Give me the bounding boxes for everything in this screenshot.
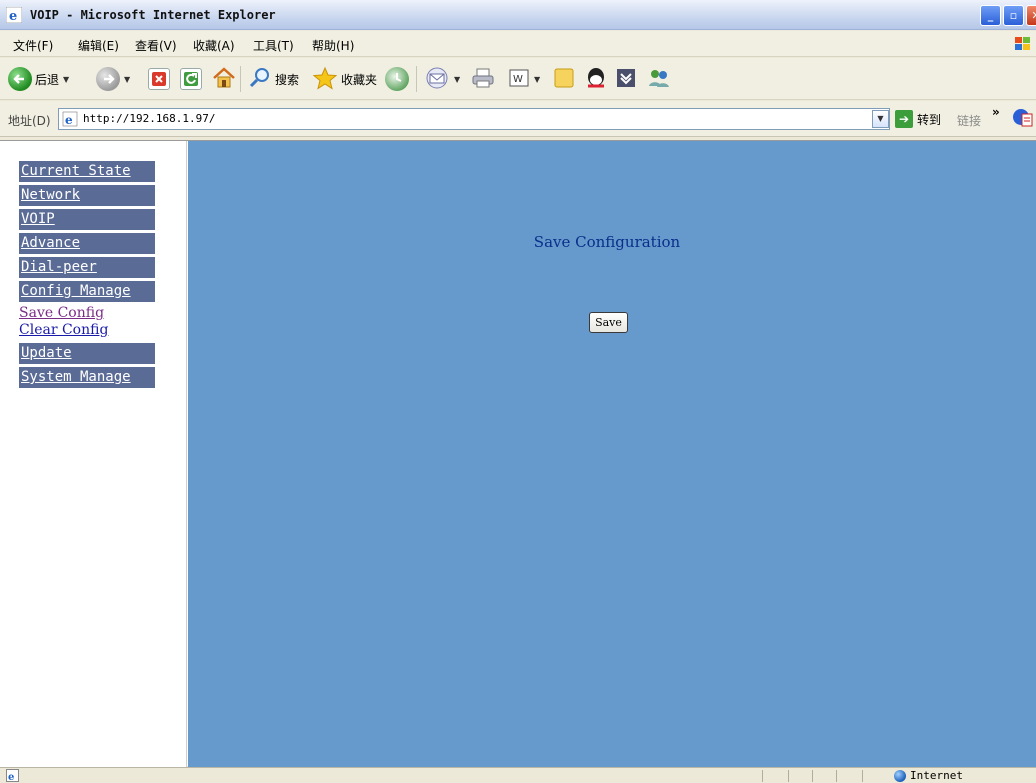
menu-view[interactable]: 查看(V) xyxy=(135,37,177,54)
go-label: 转到 xyxy=(917,112,942,127)
close-button[interactable]: ✕ xyxy=(1026,5,1036,26)
nav-clear-config[interactable]: Clear Config xyxy=(19,322,108,338)
stop-button[interactable] xyxy=(148,65,170,93)
svg-text:e: e xyxy=(65,113,73,127)
mail-button[interactable]: ▼ xyxy=(424,65,460,93)
window-title: VOIP - Microsoft Internet Explorer xyxy=(30,8,276,22)
edit-dropdown-icon[interactable]: ▼ xyxy=(534,75,540,84)
go-button[interactable]: ➔ 转到 xyxy=(895,110,941,128)
print-button[interactable] xyxy=(470,65,496,93)
search-label: 搜索 xyxy=(275,72,300,87)
page-title: Save Configuration xyxy=(533,233,681,251)
home-icon xyxy=(211,66,237,93)
address-bar: 地址(D) e http://192.168.1.97/ ▼ ➔ 转到 链接 » xyxy=(0,101,1036,137)
page-status-icon: e xyxy=(6,769,19,782)
pdf-plugin-icon[interactable] xyxy=(1012,108,1034,128)
nav-network[interactable]: Network xyxy=(19,185,155,206)
status-divider xyxy=(788,770,789,782)
minimize-button[interactable]: _ xyxy=(980,5,1001,26)
refresh-button[interactable] xyxy=(180,65,202,93)
mail-dropdown-icon[interactable]: ▼ xyxy=(454,75,460,84)
messenger-button[interactable] xyxy=(584,65,608,93)
back-arrow-icon xyxy=(8,67,32,91)
history-button[interactable] xyxy=(385,65,409,93)
main-pane: Save Configuration Save xyxy=(188,141,1036,767)
back-label: 后退 xyxy=(35,72,60,87)
globe-icon xyxy=(894,770,906,782)
title-bar: e VOIP - Microsoft Internet Explorer _ ▫… xyxy=(0,0,1036,30)
address-input[interactable]: e http://192.168.1.97/ xyxy=(58,108,890,130)
notes-icon xyxy=(552,66,576,93)
qq-messenger-icon xyxy=(584,66,608,93)
contacts-icon xyxy=(646,66,672,93)
nav-config-manage[interactable]: Config Manage xyxy=(19,281,155,302)
search-button[interactable]: 搜索 xyxy=(248,65,299,93)
status-divider xyxy=(762,770,763,782)
security-zone: Internet xyxy=(910,769,963,782)
favorites-star-icon xyxy=(312,66,338,93)
address-dropdown-icon[interactable]: ▼ xyxy=(872,110,889,128)
status-divider xyxy=(836,770,837,782)
menu-tools[interactable]: 工具(T) xyxy=(253,37,294,54)
menu-help[interactable]: 帮助(H) xyxy=(312,37,354,54)
forward-button[interactable]: ▼ xyxy=(96,65,130,93)
favorites-button[interactable]: 收藏夹 xyxy=(312,65,377,93)
search-icon xyxy=(248,66,272,93)
maximize-button[interactable]: ▫ xyxy=(1003,5,1024,26)
save-button[interactable]: Save xyxy=(589,312,628,333)
nav-system-manage[interactable]: System Manage xyxy=(19,367,155,388)
status-bar: e Internet xyxy=(0,767,1036,783)
menu-favorites[interactable]: 收藏(A) xyxy=(193,37,235,54)
page-icon: e xyxy=(62,111,78,127)
contacts-button[interactable] xyxy=(646,65,672,93)
sidebar: Current State Network VOIP Advance Dial-… xyxy=(0,141,187,767)
stop-icon xyxy=(148,68,170,90)
history-icon xyxy=(385,67,409,91)
address-label: 地址(D) xyxy=(8,114,51,128)
svg-text:e: e xyxy=(9,9,17,23)
back-dropdown-icon[interactable]: ▼ xyxy=(63,75,69,84)
favorites-label: 收藏夹 xyxy=(341,72,378,87)
printer-icon xyxy=(470,66,496,93)
edit-button[interactable]: W ▼ xyxy=(508,65,540,93)
notes-button[interactable] xyxy=(552,65,576,93)
word-edit-icon: W xyxy=(508,67,530,92)
toolbar-separator xyxy=(416,66,417,92)
research-button[interactable] xyxy=(614,65,638,93)
go-arrow-icon: ➔ xyxy=(895,110,913,128)
status-divider xyxy=(862,770,863,782)
page-content: Current State Network VOIP Advance Dial-… xyxy=(0,140,1036,767)
toolbar-separator xyxy=(240,66,241,92)
nav-dial-peer[interactable]: Dial-peer xyxy=(19,257,155,278)
refresh-icon xyxy=(180,68,202,90)
svg-text:W: W xyxy=(513,74,523,85)
menu-edit[interactable]: 编辑(E) xyxy=(78,37,119,54)
status-divider xyxy=(812,770,813,782)
nav-advance[interactable]: Advance xyxy=(19,233,155,254)
links-label[interactable]: 链接 xyxy=(957,112,981,129)
address-url[interactable]: http://192.168.1.97/ xyxy=(83,112,215,125)
forward-arrow-icon xyxy=(96,67,120,91)
nav-voip[interactable]: VOIP xyxy=(19,209,155,230)
menu-file[interactable]: 文件(F) xyxy=(13,37,53,54)
forward-dropdown-icon[interactable]: ▼ xyxy=(124,75,130,84)
back-button[interactable]: 后退 ▼ xyxy=(8,65,69,93)
mail-icon xyxy=(424,66,450,93)
nav-current-state[interactable]: Current State xyxy=(19,161,155,182)
nav-save-config[interactable]: Save Config xyxy=(19,305,104,321)
windows-logo-icon xyxy=(1015,37,1030,50)
svg-text:e: e xyxy=(8,772,14,782)
ie-logo-icon: e xyxy=(6,7,22,23)
home-button[interactable] xyxy=(211,65,237,93)
nav-update[interactable]: Update xyxy=(19,343,155,364)
toolbar: 后退 ▼ ▼ 搜索 收藏夹 ▼ W ▼ xyxy=(0,58,1036,100)
menu-bar: 文件(F) 编辑(E) 查看(V) 收藏(A) 工具(T) 帮助(H) xyxy=(0,31,1036,57)
links-more-icon[interactable]: » xyxy=(992,105,1000,119)
research-icon xyxy=(614,66,638,93)
